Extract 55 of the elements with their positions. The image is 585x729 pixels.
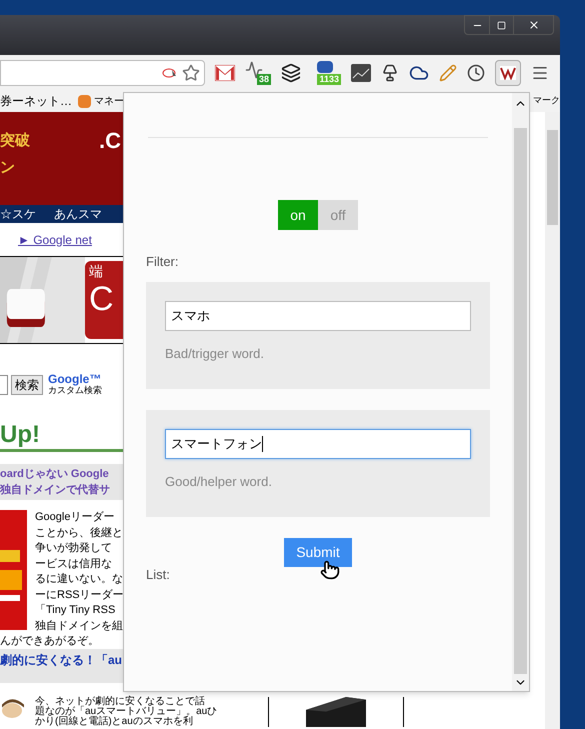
badge: 38 xyxy=(256,74,271,84)
mail-icon[interactable] xyxy=(215,64,235,80)
google-logo-caption: カスタム検索 xyxy=(48,384,102,396)
article-text: 独自ドメインを組 xyxy=(35,618,124,634)
article-text: 今、ネットが劇的に安くなることで話 xyxy=(35,697,206,707)
chart-icon[interactable] xyxy=(351,64,371,82)
article-title[interactable]: oardじゃない Google xyxy=(0,466,123,482)
field-hint: Good/helper word. xyxy=(165,472,272,491)
lamp-icon[interactable] xyxy=(381,64,399,82)
extension-button[interactable] xyxy=(495,60,521,86)
article-title[interactable]: 劇的に安くなる！「au xyxy=(0,653,122,667)
cursor-icon xyxy=(162,66,178,78)
filter-label: Filter: xyxy=(146,253,178,271)
bookmark[interactable]: 券ーネット… xyxy=(0,92,72,110)
article-text: 「Tiny Tiny RSS xyxy=(35,603,116,618)
badge: 1133 xyxy=(317,74,341,84)
banner-text: .C xyxy=(99,130,121,152)
article-text: るに違いない。な xyxy=(35,572,124,587)
page-scrollbar[interactable] xyxy=(545,112,560,729)
search-input[interactable] xyxy=(0,374,8,394)
ad-text: 端 xyxy=(89,262,104,281)
popup-scrollbar[interactable] xyxy=(512,93,529,691)
article-title[interactable]: 独自ドメインで代替サ xyxy=(0,482,123,498)
article-text: 題なのが「auスマートバリュー」。auひ xyxy=(35,707,218,717)
article-text: んができあがるぞ。 xyxy=(0,634,100,649)
article-text: Googleリーダー xyxy=(35,510,116,525)
bookmark[interactable]: マーク xyxy=(533,94,560,108)
star-icon[interactable] xyxy=(182,64,200,82)
nav-link[interactable]: あんスマ xyxy=(54,205,102,223)
close-icon xyxy=(528,19,540,31)
article-text: ことから、後継と xyxy=(35,526,124,540)
field-hint: Bad/trigger word. xyxy=(165,344,264,363)
address-bar[interactable] xyxy=(0,60,205,86)
google-logo: Google™ xyxy=(48,374,102,384)
hand-cursor-icon xyxy=(320,560,340,580)
section-heading: Up! xyxy=(0,421,40,449)
article-text: かり(回線と電話)とauのスマホを利 xyxy=(35,717,194,727)
ad-text: C xyxy=(89,282,115,316)
list-label: List: xyxy=(146,566,170,584)
word-input[interactable]: スマホ xyxy=(165,300,471,330)
clock-icon[interactable] xyxy=(467,64,485,82)
google-link[interactable]: ► Google net xyxy=(18,230,92,248)
w-logo-icon xyxy=(500,66,516,80)
layers-icon[interactable] xyxy=(281,62,301,82)
word-input[interactable]: スマートフォン xyxy=(165,428,471,458)
article-text: 争いが勃発して xyxy=(35,541,113,556)
search-button[interactable]: 検索 xyxy=(11,374,43,394)
article-text: ービスは信用な xyxy=(35,556,113,572)
article-text: ーにRSSリーダー xyxy=(35,588,124,602)
bookmark[interactable]: マネー xyxy=(94,94,124,108)
banner-text: 突破 xyxy=(0,131,30,151)
notepad-icon[interactable] xyxy=(439,64,457,82)
nav-link[interactable]: ☆スケ xyxy=(0,205,36,223)
maximize-icon xyxy=(497,20,506,30)
banner-text: ン xyxy=(0,158,16,178)
